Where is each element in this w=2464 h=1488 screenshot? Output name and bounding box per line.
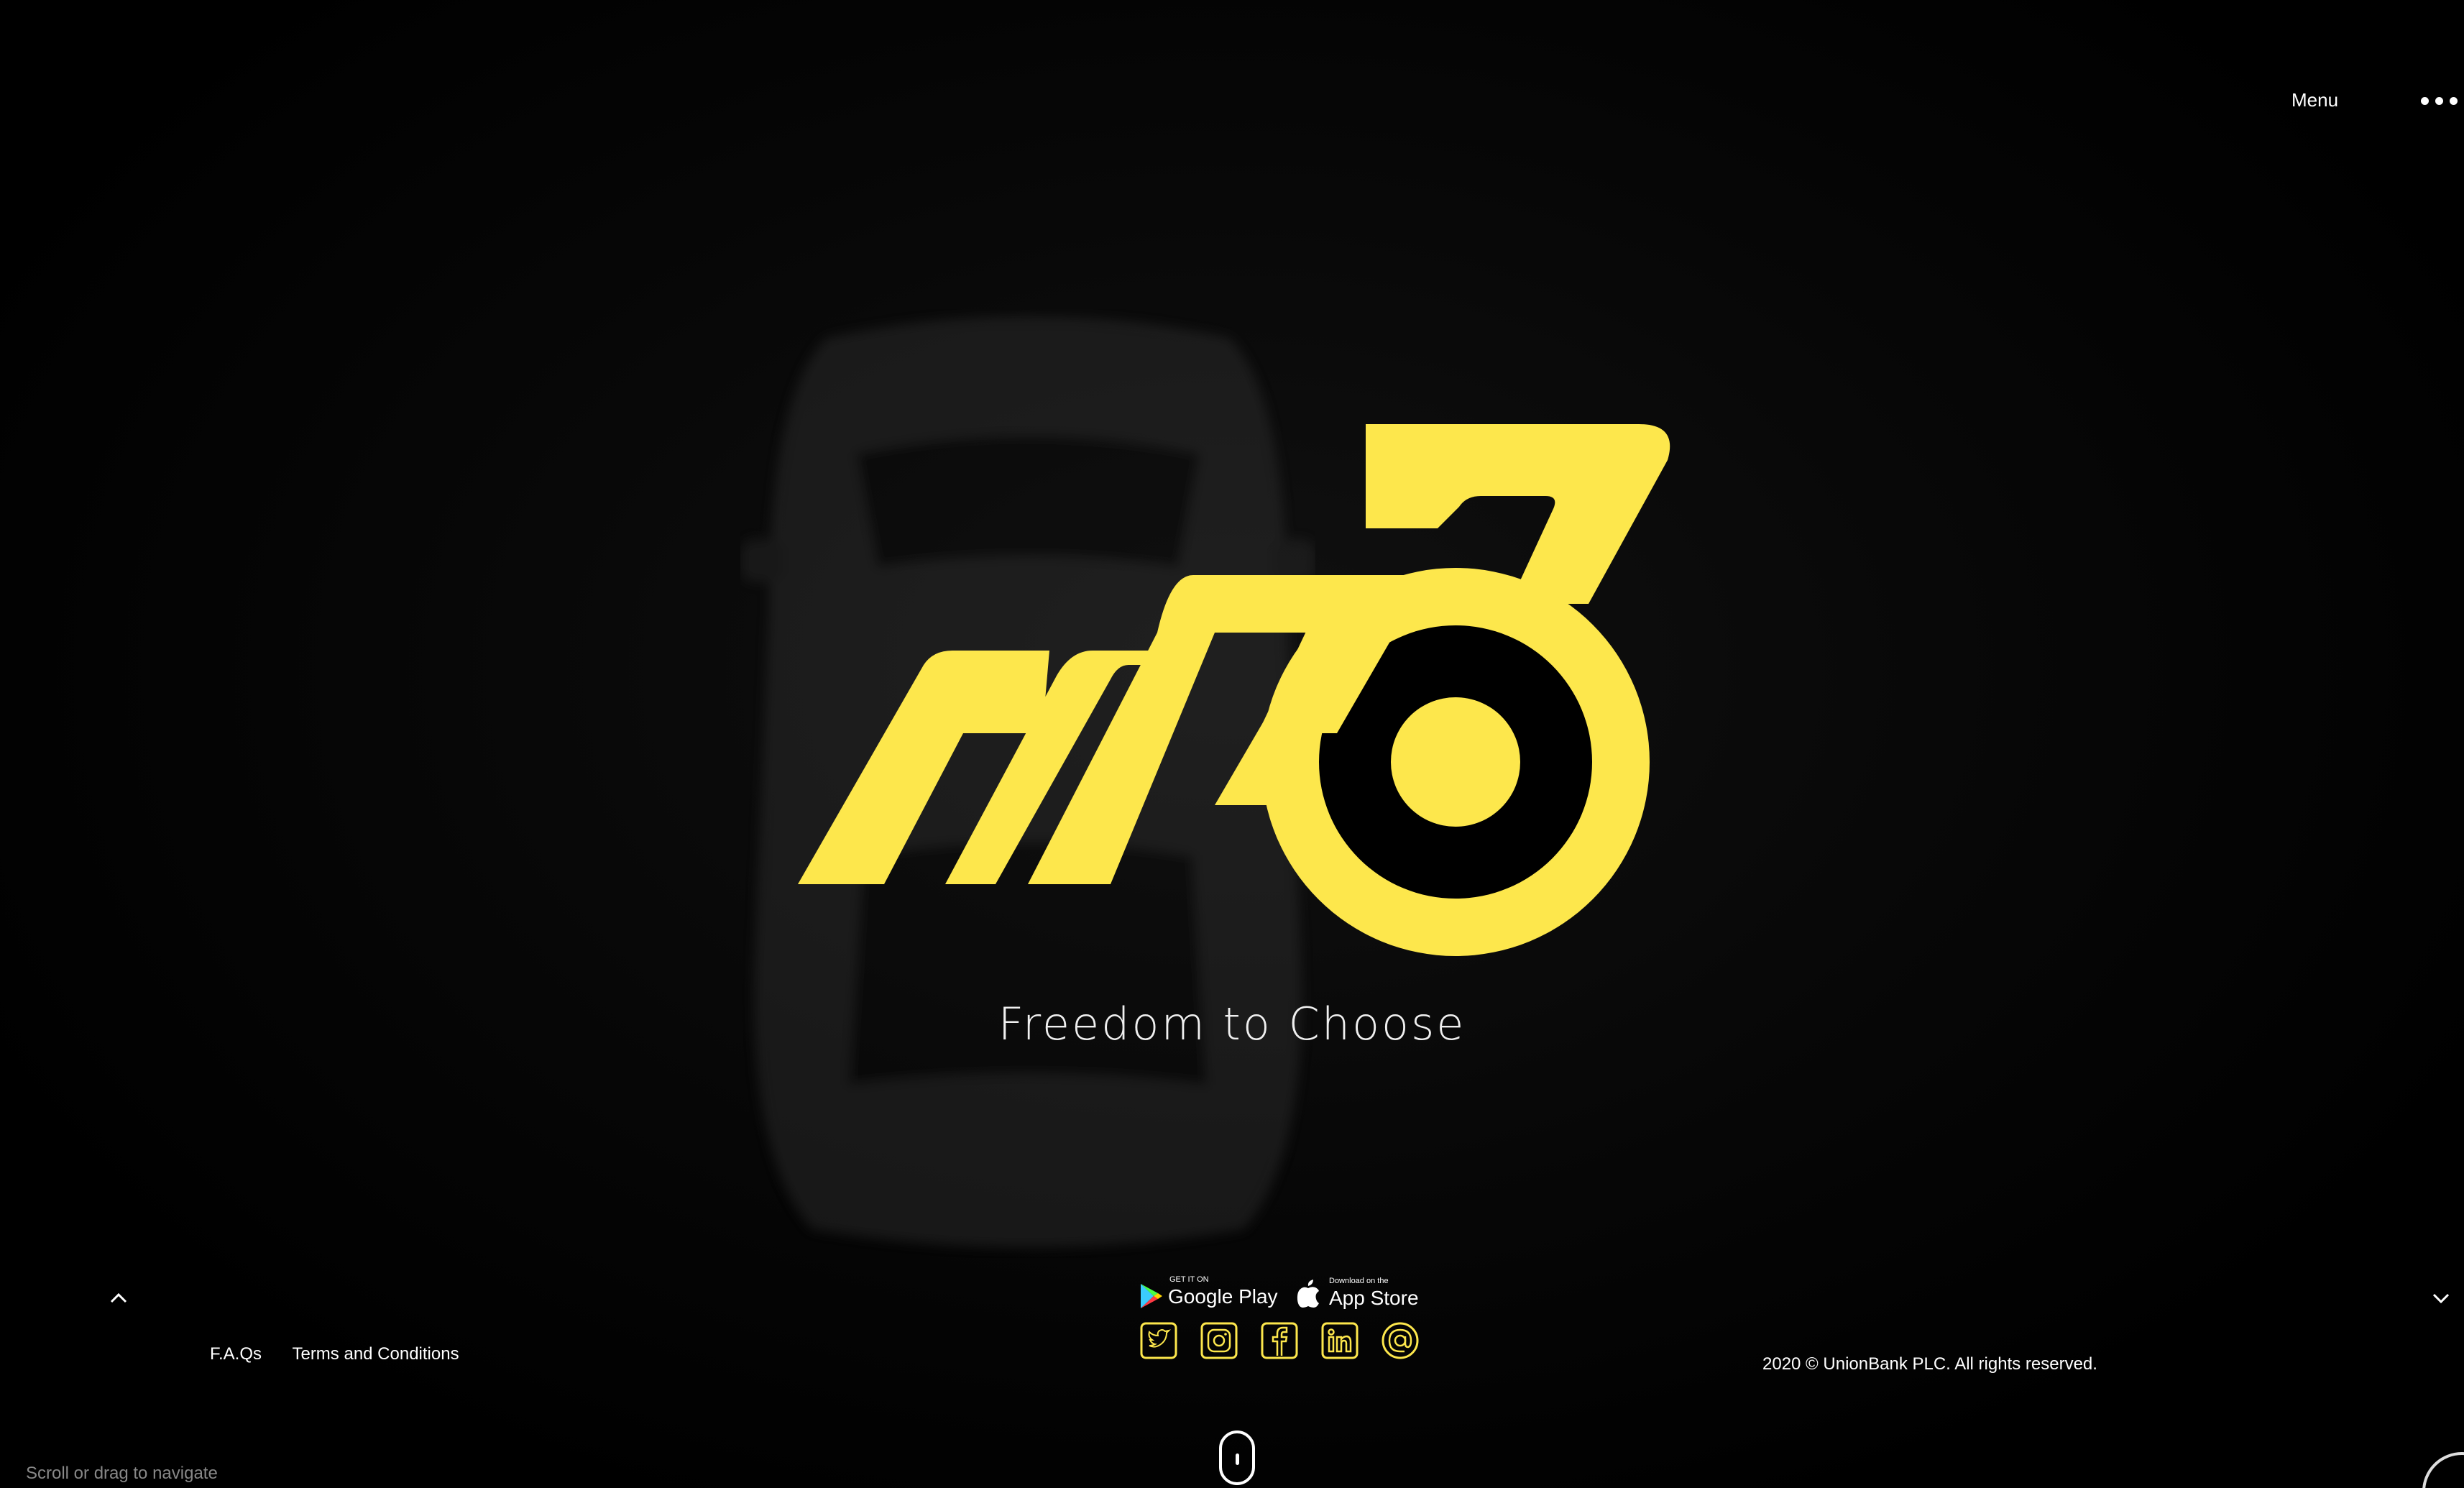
twitter-icon[interactable] [1139,1321,1178,1360]
chevron-up-icon[interactable] [104,1284,133,1313]
linkedin-icon[interactable] [1320,1321,1359,1360]
footer-links: F.A.Qs Terms and Conditions [210,1344,487,1373]
terms-link[interactable]: Terms and Conditions [292,1344,459,1364]
scroll-hint: Scroll or drag to navigate [26,1464,218,1483]
mouse-scroll-icon [1219,1430,1255,1485]
app-store-small-label: Download on the [1329,1277,1389,1285]
google-play-button[interactable]: GET IT ON Google Play [1139,1272,1278,1315]
tagline: Freedom to Choose [998,998,1466,1050]
apple-icon [1297,1280,1319,1308]
menu-label[interactable]: Menu [2291,89,2338,111]
email-icon[interactable] [1381,1321,1420,1360]
social-links [1139,1321,1427,1364]
google-play-small-label: GET IT ON [1169,1275,1209,1284]
instagram-icon[interactable] [1200,1321,1238,1360]
menu-button[interactable]: Menu [2291,78,2464,124]
app-store-label: App Store [1329,1287,1419,1309]
app-store-badges: GET IT ON Google Play Download on the Ap… [1139,1272,1427,1315]
more-dots-icon[interactable] [2421,92,2464,109]
corner-circle-button[interactable] [2422,1452,2464,1488]
chevron-down-icon[interactable] [2427,1284,2455,1313]
m36-logo [798,424,1670,956]
facebook-icon[interactable] [1260,1321,1299,1360]
google-play-label: Google Play [1168,1285,1278,1308]
google-play-icon [1141,1284,1162,1308]
copyright-text: 2020 © UnionBank PLC. All rights reserve… [1762,1354,2097,1374]
faqs-link[interactable]: F.A.Qs [210,1344,262,1364]
page-background: Menu Freedom to Choose GET IT ON Google … [0,0,2464,1488]
app-store-button[interactable]: Download on the App Store [1296,1272,1427,1315]
